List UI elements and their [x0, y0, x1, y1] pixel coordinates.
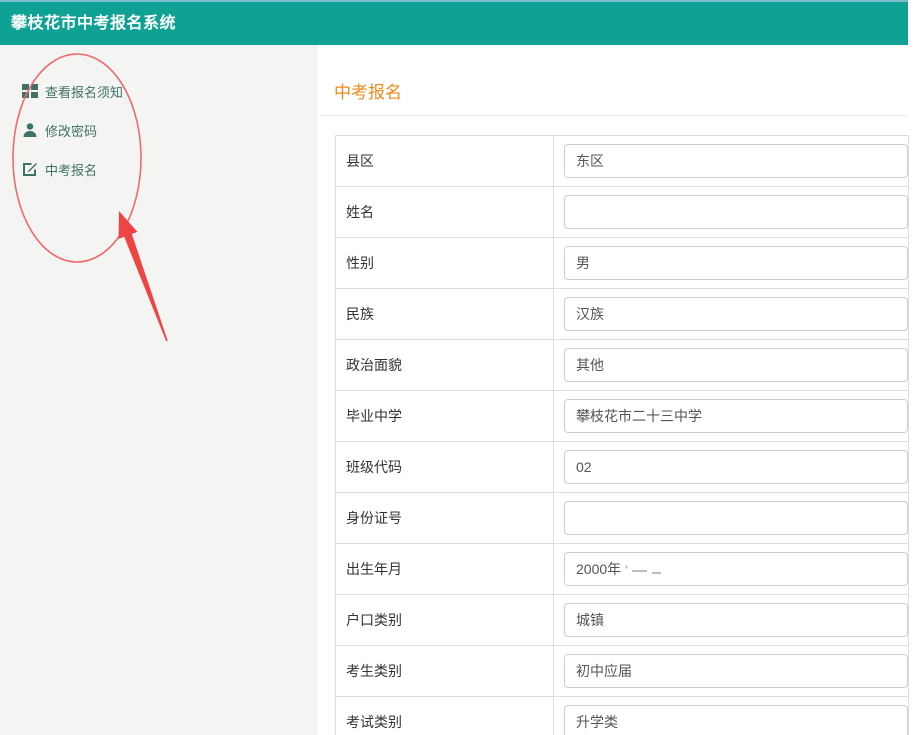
sidebar-item-label: 中考报名 — [45, 160, 97, 179]
form-table-body: 县区 东区 姓名 性别 男 — [336, 136, 909, 735]
form-row: 班级代码 02 — [336, 442, 909, 493]
form-row: 出生年月 2000年 — [336, 544, 909, 595]
field-label: 出生年月 — [346, 561, 402, 577]
sidebar-item-exam-registration[interactable]: 中考报名 — [22, 159, 318, 179]
field-value: 汉族 — [576, 304, 604, 324]
field-label: 身份证号 — [346, 510, 402, 526]
title-divider — [320, 115, 908, 116]
form-row: 毕业中学 攀枝花市二十三中学 — [336, 391, 909, 442]
page: 攀枝花市中考报名系统 查看报名须知 — [0, 0, 915, 735]
field-label: 班级代码 — [346, 459, 402, 475]
field-label: 政治面貌 — [346, 357, 402, 373]
form-row: 县区 东区 — [336, 136, 909, 187]
sidebar-menu: 查看报名须知 修改密码 中考报名 — [0, 45, 318, 179]
field-value: 升学类 — [576, 712, 618, 732]
edit-icon — [22, 161, 38, 177]
field-input[interactable]: 城镇 — [564, 603, 908, 637]
form-row: 政治面貌 其他 — [336, 340, 909, 391]
field-value: 初中应届 — [576, 661, 632, 681]
field-value: 攀枝花市二十三中学 — [576, 406, 702, 426]
form-row: 姓名 — [336, 187, 909, 238]
field-input[interactable]: 东区 — [564, 144, 908, 178]
field-label: 考生类别 — [346, 663, 402, 679]
field-value: 城镇 — [576, 610, 604, 630]
redaction-smudge — [625, 562, 671, 576]
field-label: 考试类别 — [346, 714, 402, 730]
field-label: 姓名 — [346, 204, 374, 220]
field-label: 县区 — [346, 153, 374, 169]
form-row: 身份证号 — [336, 493, 909, 544]
field-input[interactable]: 2000年 — [564, 552, 908, 586]
field-label: 性别 — [346, 255, 374, 271]
field-value: 东区 — [576, 151, 604, 171]
field-label: 民族 — [346, 306, 374, 322]
sidebar-item-label: 修改密码 — [45, 121, 97, 140]
registration-form-table: 县区 东区 姓名 性别 男 — [335, 135, 909, 735]
form-row: 考生类别 初中应届 — [336, 646, 909, 697]
field-input[interactable]: 攀枝花市二十三中学 — [564, 399, 908, 433]
field-input[interactable]: 汉族 — [564, 297, 908, 331]
form-row: 民族 汉族 — [336, 289, 909, 340]
field-input[interactable]: 男 — [564, 246, 908, 280]
grid-icon — [22, 83, 38, 99]
form-row: 性别 男 — [336, 238, 909, 289]
page-title: 中考报名 — [334, 78, 908, 103]
field-input[interactable]: 02 — [564, 450, 908, 484]
app-header: 攀枝花市中考报名系统 — [0, 0, 908, 45]
form-row: 户口类别 城镇 — [336, 595, 909, 646]
app-title: 攀枝花市中考报名系统 — [0, 2, 908, 45]
main-panel: 中考报名 县区 东区 姓名 性别 — [318, 45, 908, 735]
field-input[interactable] — [564, 501, 908, 535]
field-input[interactable]: 初中应届 — [564, 654, 908, 688]
field-input[interactable] — [564, 195, 908, 229]
field-input[interactable]: 其他 — [564, 348, 908, 382]
field-input[interactable]: 升学类 — [564, 705, 908, 735]
field-label: 毕业中学 — [346, 408, 402, 424]
field-value: 其他 — [576, 355, 604, 375]
user-icon — [22, 122, 38, 138]
field-value: 02 — [576, 459, 592, 475]
field-value: 2000年 — [576, 559, 621, 579]
sidebar-item-label: 查看报名须知 — [45, 82, 123, 101]
field-label: 户口类别 — [346, 612, 402, 628]
sidebar-item-change-password[interactable]: 修改密码 — [22, 120, 318, 140]
sidebar-item-view-notice[interactable]: 查看报名须知 — [22, 81, 318, 101]
form-row: 考试类别 升学类 — [336, 697, 909, 735]
field-value: 男 — [576, 253, 590, 273]
sidebar: 查看报名须知 修改密码 中考报名 — [0, 45, 318, 735]
